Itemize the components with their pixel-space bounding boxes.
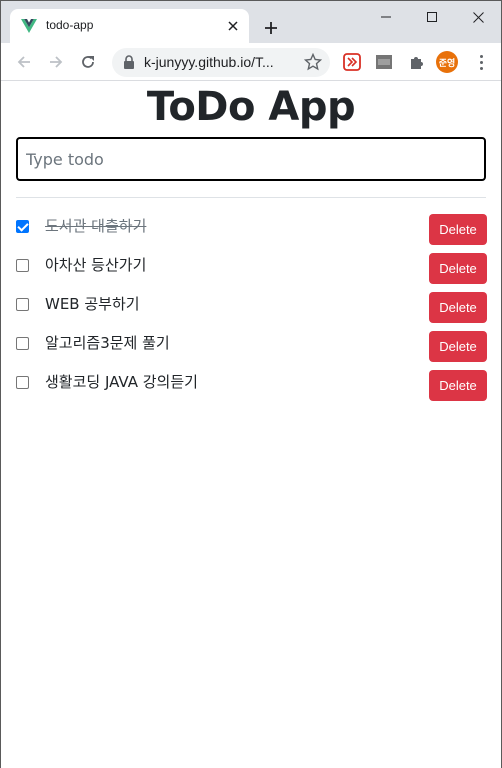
todo-item: WEB 공부하기 Delete [16, 292, 487, 331]
star-icon[interactable] [304, 53, 322, 71]
todo-text: 도서관 대출하기 [45, 217, 147, 235]
browser-window: todo-app k-junyyy.github.io/T... 준영 ToDo… [0, 0, 502, 768]
puzzle-icon[interactable] [406, 52, 426, 72]
reload-icon[interactable] [76, 50, 100, 74]
tab-strip: todo-app [1, 1, 501, 43]
vue-logo-icon [21, 19, 37, 33]
profile-avatar[interactable]: 준영 [436, 51, 458, 73]
todo-text: 아차산 등산가기 [45, 256, 147, 274]
page-title: ToDo App [146, 84, 356, 130]
arrow-right-icon[interactable] [44, 50, 68, 74]
lock-icon [124, 55, 134, 69]
maximize-icon[interactable] [409, 1, 455, 33]
todo-checkbox[interactable] [16, 376, 29, 389]
todo-item: 알고리즘3문제 풀기 Delete [16, 331, 487, 370]
page-content: ToDo App 도서관 대출하기Delete아차산 등산가기DeleteWEB… [1, 82, 501, 768]
delete-button[interactable]: Delete [429, 331, 487, 362]
todo-text: 알고리즘3문제 풀기 [45, 334, 170, 352]
window-close-icon[interactable] [455, 1, 501, 33]
delete-button[interactable]: Delete [429, 370, 487, 401]
todo-item: 도서관 대출하기 Delete [16, 214, 487, 253]
todo-checkbox[interactable] [16, 298, 29, 311]
kebab-menu-icon[interactable] [471, 52, 491, 72]
divider [16, 197, 486, 198]
todo-text: 생활코딩 JAVA 강의듣기 [45, 373, 198, 391]
tab-todo-app[interactable]: todo-app [10, 9, 249, 43]
plus-icon[interactable] [259, 16, 283, 40]
browser-toolbar: k-junyyy.github.io/T... 준영 [1, 43, 501, 81]
tab-title: todo-app [46, 18, 94, 32]
close-icon[interactable] [223, 16, 243, 36]
todo-text: WEB 공부하기 [45, 295, 140, 313]
todo-checkbox[interactable] [16, 259, 29, 272]
minimize-icon[interactable] [363, 1, 409, 33]
delete-button[interactable]: Delete [429, 253, 487, 284]
todo-checkbox[interactable] [16, 220, 29, 233]
delete-button[interactable]: Delete [429, 214, 487, 245]
todo-input[interactable] [16, 137, 486, 181]
todo-item: 아차산 등산가기 Delete [16, 253, 487, 292]
delete-button[interactable]: Delete [429, 292, 487, 323]
url-text: k-junyyy.github.io/T... [144, 54, 274, 70]
extension-red-icon[interactable] [342, 52, 362, 72]
todo-list: 도서관 대출하기 Delete 아차산 등산가기 Delete WEB 공부하기 Dele… [16, 214, 487, 409]
arrow-left-icon[interactable] [12, 50, 36, 74]
todo-checkbox[interactable] [16, 337, 29, 350]
extension-gray-icon[interactable] [374, 52, 394, 72]
address-bar[interactable]: k-junyyy.github.io/T... [112, 48, 330, 77]
todo-item: 생활코딩 JAVA 강의듣기 Delete [16, 370, 487, 409]
